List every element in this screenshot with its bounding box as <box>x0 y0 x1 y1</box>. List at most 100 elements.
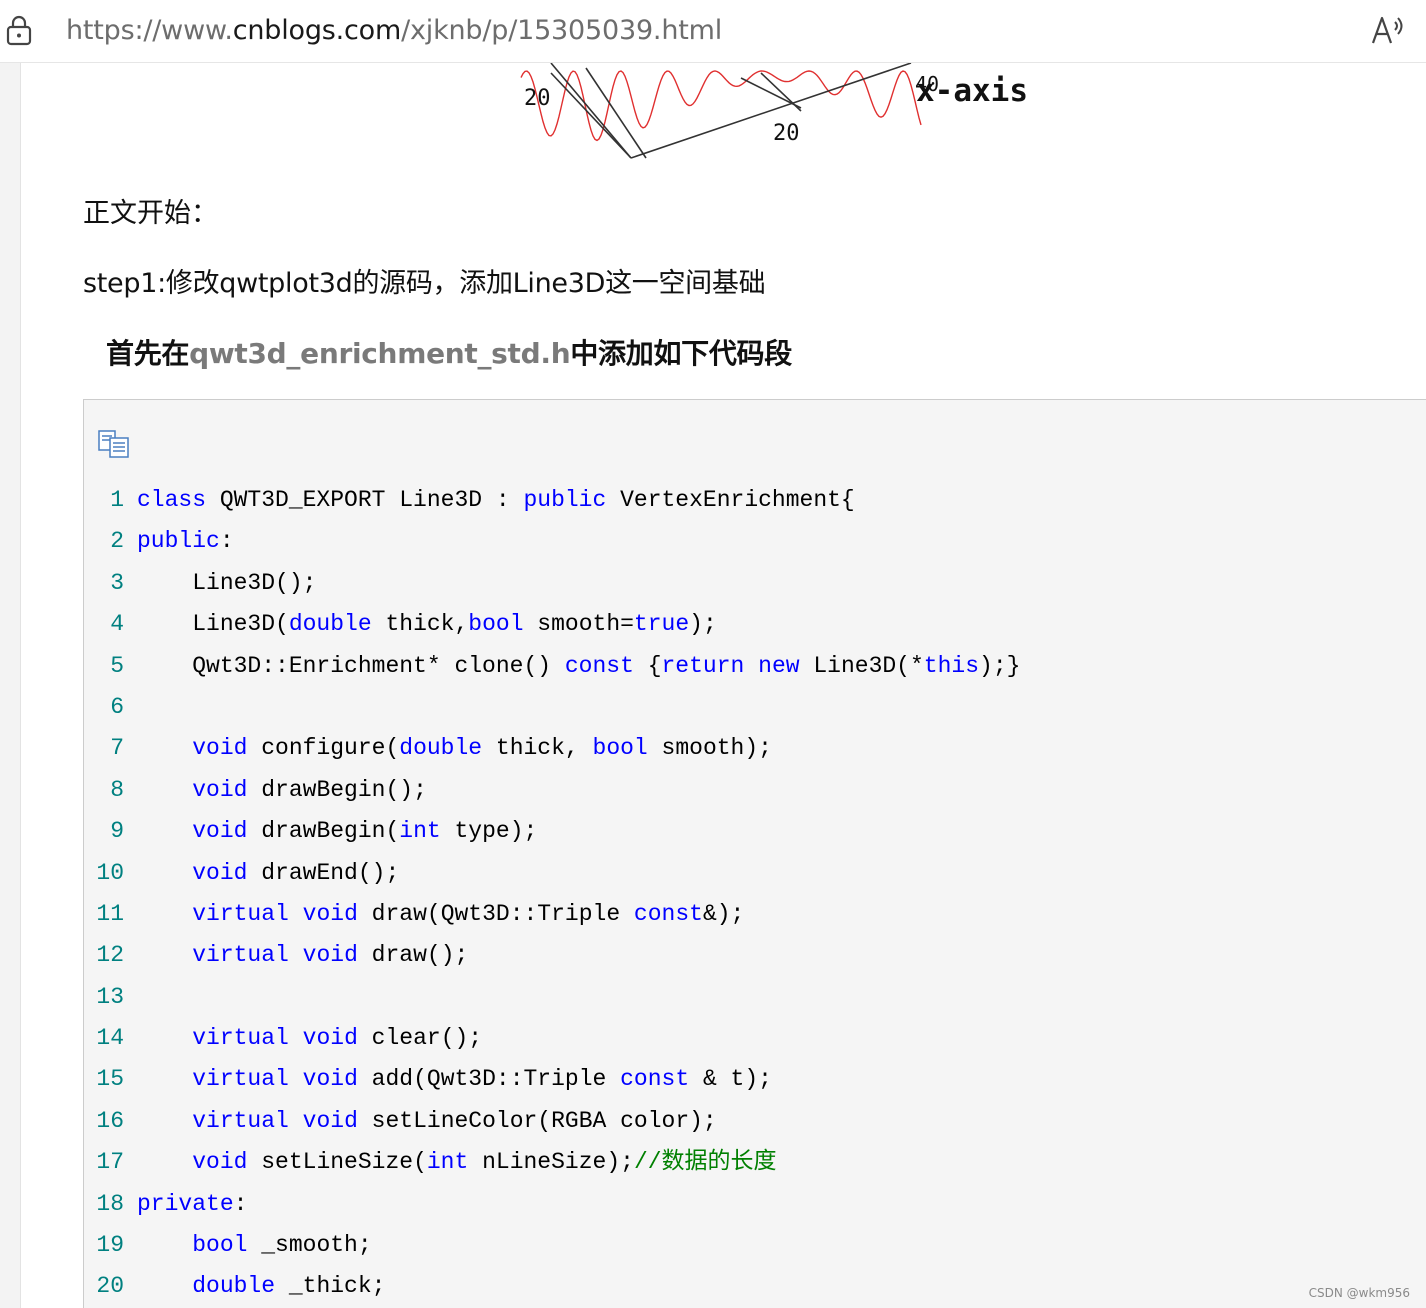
code-keyword: void <box>192 818 248 845</box>
address-bar: https://www.cnblogs.com/xjknb/p/15305039… <box>0 0 1426 63</box>
code-text: : <box>219 528 234 555</box>
line-number: 13 <box>96 983 124 1010</box>
code-keyword: virtual <box>192 1107 289 1134</box>
code-text: Line3D( <box>137 611 289 638</box>
code-keyword: int <box>426 1149 469 1176</box>
code-line: 5 Qwt3D::Enrichment* clone() const {retu… <box>84 646 1020 687</box>
code-text: draw(); <box>357 942 469 969</box>
code-line: 18 private: <box>84 1184 1020 1225</box>
code-text: drawBegin( <box>247 818 400 845</box>
code-text: ); <box>689 611 717 638</box>
code-text: VertexEnrichment{ <box>606 487 855 513</box>
code-text: thick, <box>371 611 469 638</box>
code-keyword: int <box>399 818 441 845</box>
line-number: 12 <box>96 942 124 969</box>
code-line: 7 void configure(double thick, bool smoo… <box>84 728 1020 769</box>
code-keyword: virtual <box>192 942 289 969</box>
heading-file-name: qwt3d_enrichment_std.h <box>189 337 571 370</box>
code-keyword: void <box>192 859 248 886</box>
code-comment: //数据的长度 <box>633 1149 777 1176</box>
code-keyword: class <box>137 487 207 513</box>
copy-icon[interactable] <box>98 430 130 458</box>
code-keyword: true <box>633 611 690 638</box>
url-path: /xjknb/p/15305039.html <box>401 15 723 46</box>
code-keyword: this <box>923 652 980 679</box>
line-number: 9 <box>110 818 124 845</box>
code-keyword: void <box>302 900 358 927</box>
code-keyword: private <box>137 1190 234 1217</box>
code-line: 6 <box>84 687 1020 728</box>
read-aloud-icon[interactable] <box>1370 14 1406 46</box>
watermark: CSDN @wkm956 <box>1308 1286 1410 1300</box>
code-text: Qwt3D::Enrichment* clone() <box>137 652 565 679</box>
line-number: 6 <box>110 693 124 720</box>
code-keyword: const <box>620 1066 690 1093</box>
code-line: 13 <box>84 977 1020 1018</box>
code-keyword: double <box>192 1273 276 1300</box>
code-block: 1 class QWT3D_EXPORT Line3D : public Vert… <box>83 399 1426 1308</box>
code-text: );} <box>979 652 1021 679</box>
code-lines[interactable]: 1 class QWT3D_EXPORT Line3D : public Vert… <box>84 480 1020 1308</box>
code-keyword: void <box>192 776 248 803</box>
code-text: drawBegin(); <box>247 776 427 803</box>
code-text: _smooth; <box>247 1232 372 1259</box>
line-number: 11 <box>96 900 124 927</box>
plot-axes <box>550 63 912 159</box>
line-number: 15 <box>96 1066 124 1093</box>
code-keyword: public <box>523 487 607 513</box>
line-number: 4 <box>110 611 124 638</box>
code-line: 19 bool _smooth; <box>84 1225 1020 1266</box>
code-line: 2 public: <box>84 521 1020 562</box>
code-line: 15 virtual void add(Qwt3D::Triple const … <box>84 1059 1020 1100</box>
plot-tick-label: 20 <box>524 86 551 111</box>
code-keyword: bool <box>592 735 648 762</box>
code-text: _thick; <box>275 1273 386 1300</box>
code-text: & t); <box>689 1066 772 1093</box>
code-keyword: virtual <box>192 900 289 927</box>
code-text: smooth); <box>647 735 772 762</box>
heading-prefix: 首先在 <box>106 337 190 370</box>
code-keyword: void <box>302 942 358 969</box>
url-field[interactable]: https://www.cnblogs.com/xjknb/p/15305039… <box>66 15 722 46</box>
url-prefix: https://www. <box>66 15 233 46</box>
line-number: 18 <box>96 1190 124 1217</box>
code-text: add(Qwt3D::Triple <box>357 1066 621 1093</box>
code-keyword: bool <box>192 1232 248 1259</box>
code-keyword: double <box>399 735 483 762</box>
article-content: 20 20 40 x-axis 正文开始： step1:修改qwtplot3d的… <box>20 63 1426 1308</box>
code-line: 20 double _thick; <box>84 1266 1020 1307</box>
line-number: 20 <box>96 1273 124 1300</box>
code-keyword: virtual <box>192 1025 289 1052</box>
code-text: QWT3D_EXPORT Line3D : <box>206 487 524 513</box>
lock-icon[interactable] <box>6 14 32 46</box>
code-keyword: bool <box>468 611 524 638</box>
code-keyword: const <box>633 900 703 927</box>
code-keyword: new <box>758 652 800 679</box>
code-text: : <box>233 1190 248 1217</box>
line-number: 3 <box>110 569 124 596</box>
url-domain: cnblogs.com <box>232 15 402 46</box>
line-number: 14 <box>96 1025 124 1052</box>
plot-tick-label: 20 <box>773 121 800 146</box>
line-number: 16 <box>96 1107 124 1134</box>
code-keyword: void <box>302 1025 358 1052</box>
instruction-heading: 首先在qwt3d_enrichment_std.h中添加如下代码段 <box>106 332 792 372</box>
code-text: draw(Qwt3D::Triple <box>357 900 634 927</box>
code-text: setLineSize( <box>247 1149 427 1176</box>
code-text: Line3D(* <box>799 652 924 679</box>
code-line: 4 Line3D(double thick,bool smooth=true); <box>84 604 1020 645</box>
code-text: drawEnd(); <box>247 859 400 886</box>
heading-suffix: 中添加如下代码段 <box>570 337 792 370</box>
